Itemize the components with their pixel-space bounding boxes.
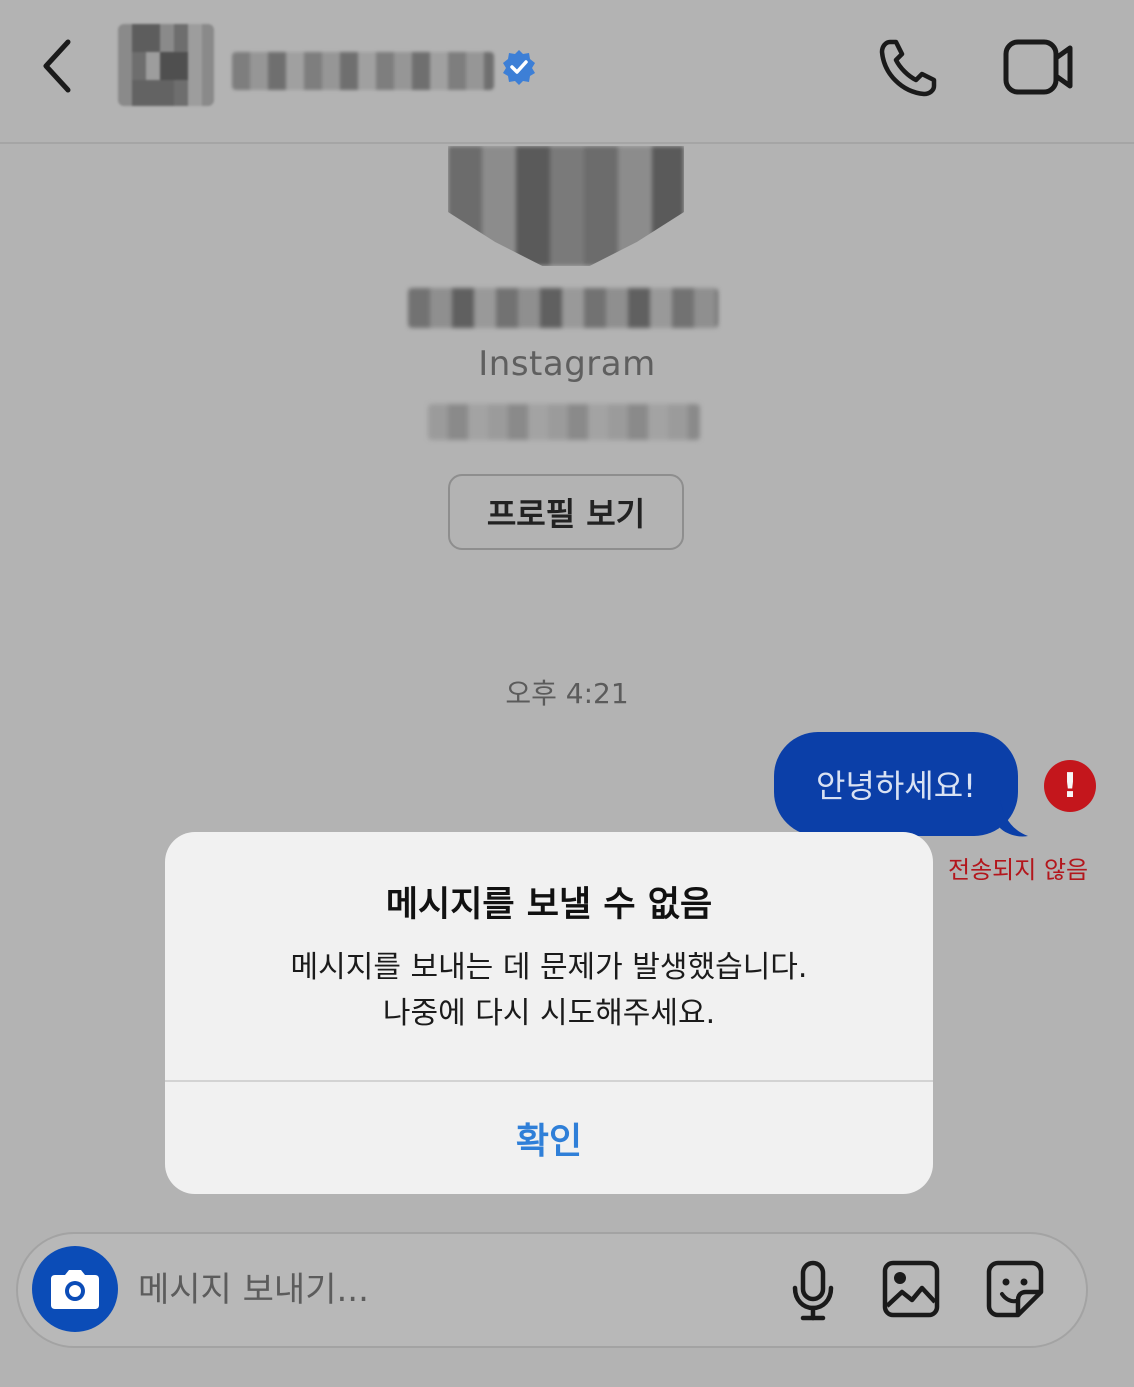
profile-handle-redacted [428,404,700,440]
dialog-message-line1: 메시지를 보내는 데 문제가 발생했습니다. [290,950,808,985]
microphone-icon[interactable] [790,1260,836,1322]
dialog-message-line2: 나중에 다시 시도해주세요. [382,996,716,1031]
error-dialog: 메시지를 보낼 수 없음 메시지를 보내는 데 문제가 발생했습니다. 나중에 … [165,832,933,1194]
sticker-icon[interactable] [986,1260,1044,1318]
bubble-tail [1000,800,1028,837]
phone-icon[interactable] [876,36,940,100]
message-bubble[interactable]: 안녕하세요! [774,732,1018,836]
verified-badge-icon [503,50,535,85]
video-camera-icon[interactable] [1002,36,1074,98]
message-timestamp: 오후 4:21 [505,677,629,710]
platform-label: Instagram [478,344,656,384]
dialog-title: 메시지를 보낼 수 없음 [385,885,713,925]
not-sent-status: 전송되지 않음 [948,856,1089,884]
chevron-left-icon[interactable] [36,36,86,96]
view-profile-button[interactable]: 프로필 보기 [448,474,684,550]
camera-icon [51,1270,99,1309]
image-gallery-icon[interactable] [882,1260,940,1318]
message-composer [16,1232,1088,1348]
message-input[interactable] [138,1262,758,1318]
confirm-button[interactable]: 확인 [165,1082,933,1194]
error-icon[interactable]: ! [1044,760,1096,812]
contact-name-redacted[interactable] [232,52,494,90]
profile-picture-redacted [448,146,684,266]
profile-name-redacted [408,288,718,328]
camera-button[interactable] [32,1246,118,1332]
avatar[interactable] [118,24,214,106]
chat-header [0,0,1134,144]
